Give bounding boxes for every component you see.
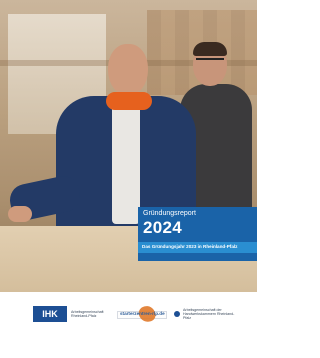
craftsman-head xyxy=(108,44,148,96)
hwk-logo: Arbeitsgemeinschaft der Handwerkskammern… xyxy=(174,308,239,321)
hwk-logo-text: Arbeitsgemeinschaft der Handwerkskammern… xyxy=(183,308,235,321)
report-cover: Gründungsreport 2024 Das Gründungsjahr 2… xyxy=(0,0,257,358)
starterzentren-text: starterzentren-rlp.de xyxy=(120,311,165,316)
report-label: Gründungsreport xyxy=(143,210,196,217)
ihk-logo-text: Arbeitsgemeinschaft Rheinland-Pfalz xyxy=(71,310,104,318)
craftsman-shirt xyxy=(112,104,140,224)
craftsman-hand xyxy=(8,206,32,222)
ear-protection xyxy=(106,92,152,110)
glasses xyxy=(196,58,224,66)
ihk-mark: IHK xyxy=(33,306,67,322)
ihk-logo: IHK Arbeitsgemeinschaft Rheinland-Pfalz xyxy=(33,306,104,322)
hwk-icon xyxy=(174,311,180,318)
second-person-hair xyxy=(193,42,227,56)
report-subtitle: Das Gründungsjahr 2023 in Rheinland-Pfal… xyxy=(142,244,238,249)
report-year: 2024 xyxy=(143,218,183,237)
starterzentren-logo: starterzentren-rlp.de xyxy=(117,304,167,324)
